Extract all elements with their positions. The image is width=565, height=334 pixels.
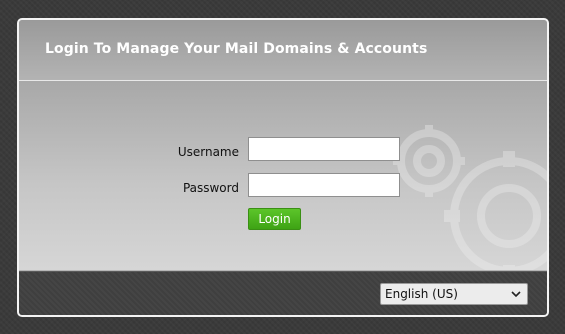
username-input[interactable]: [248, 137, 400, 161]
panel-footer: English (US): [19, 271, 547, 315]
password-input[interactable]: [248, 173, 400, 197]
chevron-down-icon: [511, 291, 521, 298]
panel-header: Login To Manage Your Mail Domains & Acco…: [19, 20, 547, 81]
login-button[interactable]: Login: [248, 208, 301, 230]
username-label: Username: [177, 145, 239, 159]
login-panel: Login To Manage Your Mail Domains & Acco…: [17, 18, 549, 317]
password-label: Password: [182, 181, 239, 195]
language-select[interactable]: English (US): [380, 283, 528, 305]
language-select-value: English (US): [385, 287, 458, 301]
gear-icon: [393, 125, 547, 270]
page-title: Login To Manage Your Mail Domains & Acco…: [45, 41, 428, 57]
login-form: Username Password Login: [19, 81, 547, 270]
